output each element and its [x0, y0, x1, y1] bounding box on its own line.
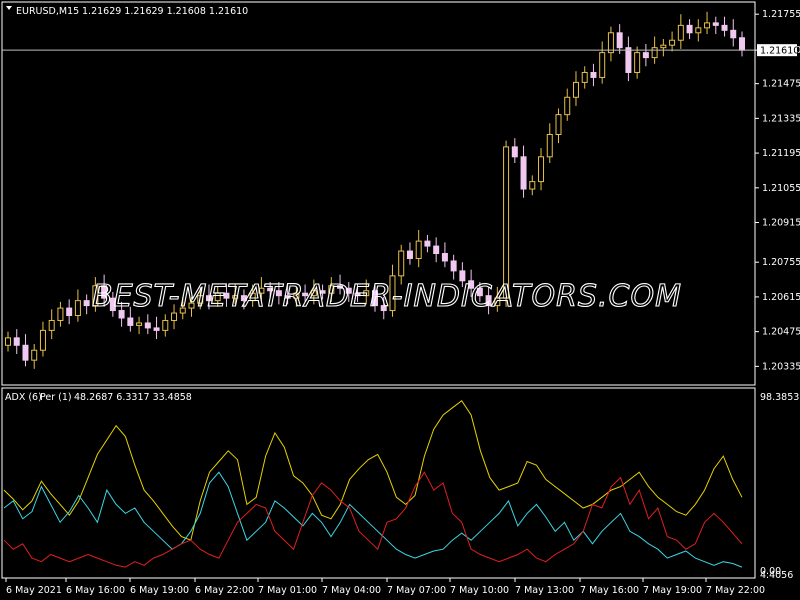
price-tick-label: 1.21335 — [762, 113, 800, 124]
candle-body — [538, 156, 545, 183]
price-tick-label: 1.20475 — [762, 327, 800, 338]
candle-body — [171, 312, 178, 321]
candle-body — [136, 322, 143, 326]
candle-body — [39, 329, 46, 351]
symbol-timeframe[interactable]: EURUSD,M15 — [16, 6, 79, 17]
adx-values: 48.2687 6.3317 33.4858 — [74, 392, 192, 403]
candle-body — [441, 253, 448, 262]
candle-body — [695, 27, 702, 34]
time-tick-label: 7 May 16:00 — [580, 585, 639, 596]
candle-body — [686, 24, 693, 34]
candle-body — [31, 349, 38, 361]
candle-body — [511, 146, 518, 158]
candle-body — [625, 47, 632, 73]
candle-body — [739, 37, 745, 51]
adx-per: Per (1) — [40, 392, 72, 403]
price-tick-label: 1.20615 — [762, 292, 800, 303]
time-tick-label: 6 May 2021 — [6, 585, 62, 596]
candle-body — [730, 29, 737, 39]
candle-body — [599, 52, 606, 78]
adx-name: ADX (6) — [5, 392, 42, 403]
price-tick-label: 1.20915 — [762, 218, 800, 229]
candle-body — [83, 300, 90, 307]
price-tick-label: 1.21195 — [762, 148, 800, 159]
candle-body — [572, 81, 579, 98]
price-tick-label: 1.20755 — [762, 257, 800, 268]
candle-body — [677, 24, 684, 41]
time-tick-label: 6 May 22:00 — [195, 585, 254, 596]
time-tick-label: 6 May 19:00 — [130, 585, 189, 596]
time-tick-label: 7 May 01:00 — [258, 585, 317, 596]
candle-body — [642, 52, 649, 59]
candle-body — [634, 52, 641, 73]
candle-body — [74, 300, 81, 317]
candle-body — [162, 319, 169, 331]
candle-body — [153, 327, 160, 331]
time-tick-label: 7 May 04:00 — [322, 585, 381, 596]
price-tick-label: 1.21055 — [762, 183, 800, 194]
candle-body — [564, 96, 571, 116]
price-tick-label: 1.20335 — [762, 361, 800, 372]
candle-body — [616, 32, 623, 49]
candle-body — [651, 47, 658, 59]
candle-body — [424, 240, 431, 247]
candle-body — [669, 39, 676, 46]
candle-body — [660, 44, 667, 49]
candle-body — [406, 250, 413, 259]
candle-body — [5, 337, 11, 346]
candle-body — [398, 250, 405, 277]
time-tick-label: 7 May 13:00 — [515, 585, 574, 596]
ohlc-values: 1.21629 1.21629 1.21608 1.21610 — [82, 6, 248, 17]
candle-body — [529, 181, 536, 190]
candle-body — [66, 307, 73, 317]
candle-body — [22, 344, 29, 361]
candle-body — [13, 337, 20, 346]
candle-body — [415, 240, 422, 259]
candle-body — [144, 322, 151, 329]
time-tick-label: 7 May 10:00 — [450, 585, 509, 596]
candle-body — [704, 22, 711, 29]
candle-body — [590, 71, 597, 78]
watermark-text: BEST-METATRADER-INDICATORS.COM — [92, 279, 682, 314]
price-tick-label: 1.21475 — [762, 79, 800, 90]
candle-body — [450, 260, 457, 272]
candle-body — [57, 307, 64, 321]
time-tick-label: 7 May 22:00 — [706, 585, 765, 596]
price-tick-label: 1.21755 — [762, 9, 800, 20]
candle-body — [520, 156, 527, 190]
candle-body — [581, 71, 588, 83]
time-tick-label: 7 May 07:00 — [387, 585, 446, 596]
candle-body — [555, 114, 562, 135]
current-price-label: 1.21610 — [760, 46, 799, 57]
candle-body — [546, 133, 553, 158]
trading-chart[interactable]: 1.21755 1.21610 1.21475 1.21335 1.21195 1.210… — [0, 0, 800, 600]
candle-body — [48, 319, 55, 331]
adx-scale-max: 98.3853 — [760, 392, 799, 403]
time-tick-label: 7 May 19:00 — [643, 585, 702, 596]
candle-body — [127, 317, 134, 326]
candle-body — [433, 245, 440, 255]
candle-body — [712, 22, 719, 26]
adx-scale-min: 4.4056 — [760, 570, 793, 581]
candle-body — [721, 24, 728, 31]
time-tick-label: 6 May 16:00 — [66, 585, 125, 596]
candle-body — [503, 146, 510, 299]
